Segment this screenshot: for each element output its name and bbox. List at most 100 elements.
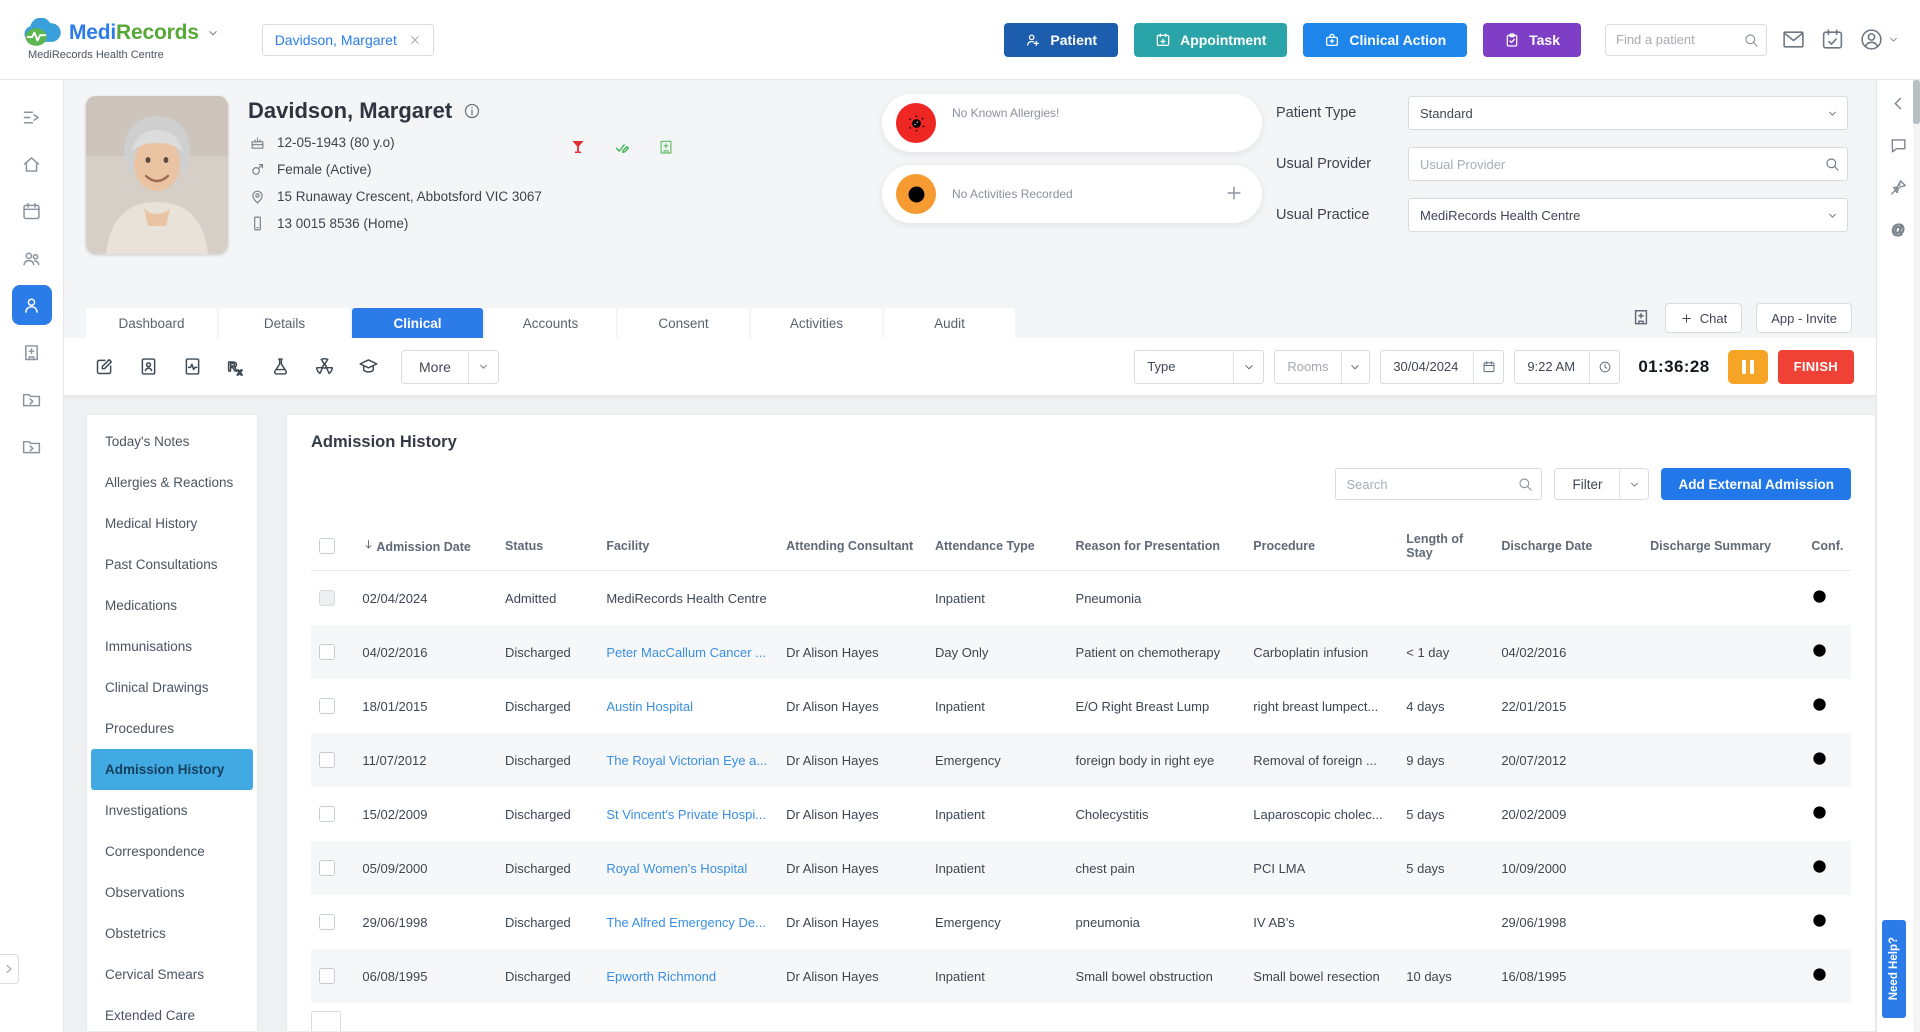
search-icon[interactable] (1817, 148, 1847, 180)
pause-timer-button[interactable] (1728, 350, 1768, 384)
col-admission-date[interactable]: Admission Date (354, 522, 497, 571)
menu-item-investigations[interactable]: Investigations (91, 790, 253, 831)
toolbar-radiation-button[interactable] (306, 348, 343, 385)
right-rail-chat-button[interactable] (1889, 136, 1908, 155)
menu-item-past-consultations[interactable]: Past Consultations (91, 544, 253, 585)
row-checkbox[interactable] (319, 914, 335, 930)
col-reason[interactable]: Reason for Presentation (1068, 522, 1246, 571)
messages-button[interactable] (1781, 27, 1806, 52)
toolbar-rx-button[interactable]: Rx (218, 348, 255, 385)
row-info-icon[interactable] (1811, 696, 1828, 713)
task-button[interactable]: Task (1483, 23, 1581, 57)
account-menu-button[interactable] (1859, 27, 1900, 52)
add-activity-button[interactable] (1224, 183, 1244, 206)
row-info-icon[interactable] (1811, 804, 1828, 821)
facility-link[interactable]: St Vincent's Private Hospi... (606, 807, 766, 822)
info-icon[interactable] (463, 102, 481, 120)
appointment-button[interactable]: Appointment (1134, 23, 1287, 57)
col-status[interactable]: Status (497, 522, 598, 571)
facility-link[interactable]: The Royal Victorian Eye a... (606, 753, 767, 768)
facility-button[interactable] (1631, 307, 1651, 330)
menu-item-medical-history[interactable]: Medical History (91, 503, 253, 544)
tab-dashboard[interactable]: Dashboard (86, 308, 217, 338)
row-checkbox[interactable] (319, 644, 335, 660)
allergies-card[interactable]: No Known Allergies! (882, 94, 1262, 152)
menu-item-cervical-smears[interactable]: Cervical Smears (91, 954, 253, 995)
row-info-icon[interactable] (1811, 912, 1828, 929)
row-checkbox[interactable] (319, 698, 335, 714)
patient-button[interactable]: Patient (1004, 23, 1118, 57)
menu-item-extended-care[interactable]: Extended Care (91, 995, 253, 1032)
menu-item-observations[interactable]: Observations (91, 872, 253, 913)
menu-item-clinical-drawings[interactable]: Clinical Drawings (91, 667, 253, 708)
rail-item-collapse[interactable] (12, 97, 52, 137)
right-rail-pin-button[interactable] (1889, 178, 1908, 197)
chat-button[interactable]: Chat (1665, 303, 1742, 333)
menu-item-medications[interactable]: Medications (91, 585, 253, 626)
row-info-icon[interactable] (1811, 966, 1828, 983)
add-external-admission-button[interactable]: Add External Admission (1661, 468, 1851, 500)
facility-link[interactable]: The Alfred Emergency De... (606, 915, 766, 930)
facility-link[interactable]: Royal Women's Hospital (606, 861, 747, 876)
menu-item-obstetrics[interactable]: Obstetrics (91, 913, 253, 954)
usual-practice-select[interactable]: MediRecords Health Centre (1408, 198, 1848, 232)
col-attending-consultant[interactable]: Attending Consultant (778, 522, 927, 571)
menu-item-allergies-reactions[interactable]: Allergies & Reactions (91, 462, 253, 503)
row-checkbox[interactable] (319, 860, 335, 876)
hospital-status-icon[interactable] (657, 138, 675, 156)
close-icon[interactable] (409, 34, 421, 46)
toolbar-grad-cap-button[interactable] (350, 348, 387, 385)
search-icon[interactable] (1517, 476, 1533, 492)
row-checkbox[interactable] (319, 590, 335, 606)
menu-item-correspondence[interactable]: Correspondence (91, 831, 253, 872)
app-invite-button[interactable]: App - Invite (1756, 303, 1852, 333)
more-button[interactable]: More (401, 350, 499, 384)
rail-item-calendar[interactable] (12, 191, 52, 231)
menu-item-procedures[interactable]: Procedures (91, 708, 253, 749)
facility-link[interactable]: Peter MacCallum Cancer ... (606, 645, 766, 660)
calendar-button[interactable] (1820, 27, 1845, 52)
row-checkbox[interactable] (319, 806, 335, 822)
rail-item-hospital[interactable] (12, 332, 52, 372)
toolbar-doc-user-button[interactable] (130, 348, 167, 385)
consult-date-picker[interactable]: 30/04/2024 (1380, 350, 1504, 384)
facility-link[interactable]: Austin Hospital (606, 699, 693, 714)
col-length-of-stay[interactable]: Length of Stay (1398, 522, 1493, 571)
rail-item-patient[interactable] (12, 285, 52, 325)
right-rail-at-button[interactable]: @ (1889, 220, 1908, 239)
rail-item-folder-arrow-2[interactable] (12, 426, 52, 466)
table-search-input[interactable] (1335, 468, 1542, 500)
consult-type-select[interactable]: Type (1134, 350, 1264, 384)
patient-type-select[interactable]: Standard (1408, 96, 1848, 130)
col-conf[interactable]: Conf. (1803, 522, 1851, 571)
consult-time-picker[interactable]: 9:22 AM (1514, 350, 1620, 384)
tab-clinical[interactable]: Clinical (352, 308, 483, 338)
row-info-icon[interactable] (1811, 858, 1828, 875)
activities-card[interactable]: No Activities Recorded (882, 165, 1262, 223)
window-scrollbar[interactable] (1913, 80, 1920, 1032)
menu-item-today-s-notes[interactable]: Today's Notes (91, 421, 253, 462)
scrollbar-thumb[interactable] (1913, 80, 1920, 124)
finish-button[interactable]: FINISH (1778, 350, 1854, 384)
open-patient-tab[interactable]: Davidson, Margaret (262, 24, 434, 56)
facility-link[interactable]: Epworth Richmond (606, 969, 716, 984)
col-facility[interactable]: Facility (598, 522, 778, 571)
col-discharge-summary[interactable]: Discharge Summary (1642, 522, 1803, 571)
select-all-checkbox[interactable] (319, 538, 335, 554)
alcohol-status-icon[interactable] (569, 138, 587, 156)
toolbar-compose-button[interactable] (86, 348, 123, 385)
toolbar-flask-button[interactable] (262, 348, 299, 385)
tab-consent[interactable]: Consent (618, 308, 749, 338)
chevron-down-icon[interactable] (206, 26, 220, 40)
need-help-tab[interactable]: Need Help? (1882, 920, 1906, 1018)
rail-item-folder-arrow[interactable] (12, 379, 52, 419)
smoking-status-icon[interactable] (613, 138, 631, 156)
usual-provider-input[interactable] (1420, 157, 1817, 172)
tab-audit[interactable]: Audit (884, 308, 1015, 338)
rooms-select[interactable]: Rooms (1274, 350, 1370, 384)
right-rail-chevron-left-button[interactable] (1889, 94, 1908, 113)
menu-item-admission-history[interactable]: Admission History (91, 749, 253, 790)
menu-item-immunisations[interactable]: Immunisations (91, 626, 253, 667)
row-info-icon[interactable] (1811, 588, 1828, 605)
tab-accounts[interactable]: Accounts (485, 308, 616, 338)
